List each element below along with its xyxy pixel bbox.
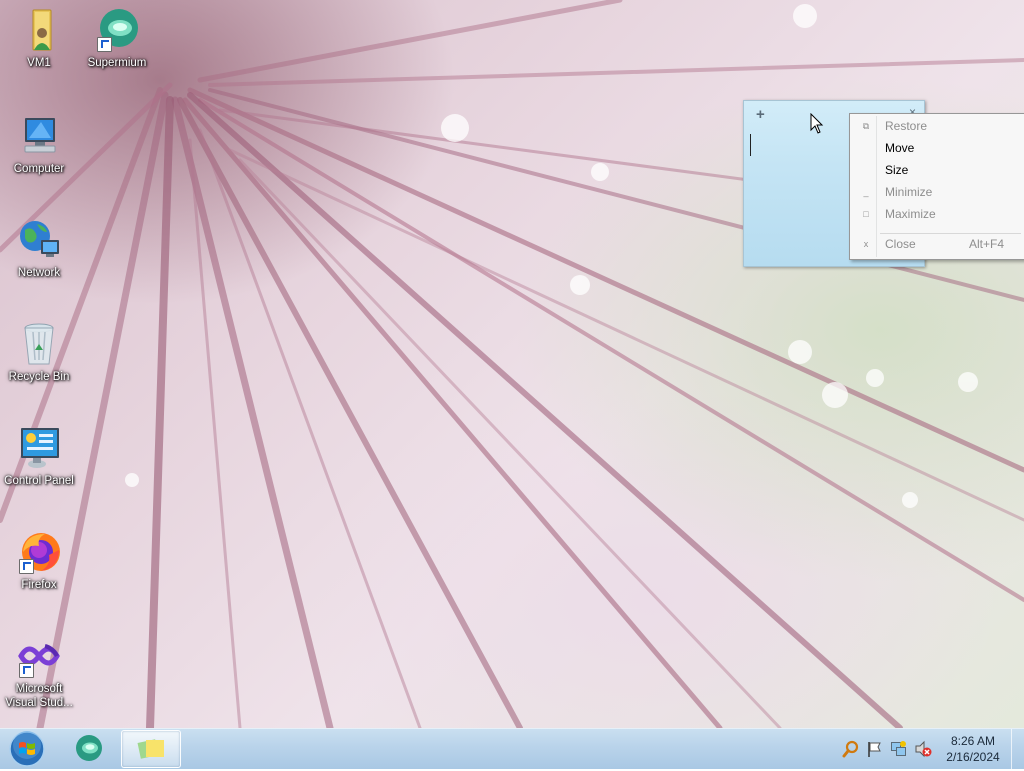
new-note-button[interactable]: +	[756, 106, 765, 123]
supermium-icon	[93, 6, 141, 54]
desktop-icon-label: Computer	[13, 163, 65, 175]
supermium-taskbar-button[interactable]	[60, 730, 118, 766]
desktop-icon-label: Network	[17, 267, 61, 279]
show-desktop-button[interactable]	[1011, 729, 1024, 769]
menu-item-restore[interactable]: ⧉ Restore	[852, 115, 1022, 137]
maximize-icon: □	[863, 209, 869, 219]
text-caret	[750, 134, 751, 156]
menu-item-move[interactable]: Move	[852, 137, 1022, 159]
network-icon[interactable]	[890, 740, 908, 758]
system-clock[interactable]: 8:26 AM 2/16/2024	[938, 733, 1008, 765]
windows-logo-icon	[9, 731, 45, 767]
shortcut-arrow-icon	[19, 559, 34, 574]
desktop-icon-network[interactable]: Network	[0, 216, 78, 280]
clock-time: 8:26 AM	[950, 734, 996, 748]
desktop-icon-label: Firefox	[21, 579, 57, 591]
menu-item-label: Maximize	[885, 207, 936, 221]
desktop-icon-visual-studio[interactable]: Microsoft Visual Stud...	[0, 632, 78, 710]
volume-muted-icon[interactable]	[914, 740, 932, 758]
mouse-cursor-icon	[810, 113, 824, 134]
menu-item-label: Move	[885, 141, 915, 155]
clock-date: 2/16/2024	[946, 750, 1000, 764]
window-system-menu: ⧉ Restore Move Size _ Minimize □ Maximiz…	[849, 113, 1024, 260]
menu-item-label: Minimize	[885, 185, 933, 199]
desktop-icon-label: Supermium	[87, 57, 147, 69]
menu-item-minimize[interactable]: _ Minimize	[852, 181, 1022, 203]
desktop-icon-label: VM1	[27, 57, 51, 69]
menu-item-label: Close	[885, 237, 916, 251]
firefox-icon	[15, 528, 63, 576]
menu-item-size[interactable]: Size	[852, 159, 1022, 181]
user-folder-icon	[15, 6, 63, 54]
desktop-icon-label: Microsoft Visual Stud...	[5, 683, 73, 709]
network-icon	[15, 216, 63, 264]
menu-item-label: Restore	[885, 119, 928, 133]
desktop-icon-label: Control Panel	[4, 475, 74, 487]
action-center-flag-icon[interactable]	[866, 740, 884, 758]
close-icon: x	[863, 239, 869, 249]
desktop-icon-recycle-bin[interactable]: Recycle Bin	[0, 320, 78, 384]
visual-studio-icon	[15, 632, 63, 680]
desktop[interactable]: VM1 Supermium Computer Network Recycle B…	[0, 0, 1024, 728]
desktop-icon-vm1[interactable]: VM1	[0, 6, 78, 70]
sticky-notes-icon	[137, 739, 164, 759]
menu-item-label: Size	[885, 163, 909, 177]
desktop-icon-firefox[interactable]: Firefox	[0, 528, 78, 592]
menu-item-close[interactable]: x Close Alt+F4	[852, 233, 1022, 255]
start-button[interactable]	[4, 730, 50, 768]
desktop-icon-computer[interactable]: Computer	[0, 112, 78, 176]
menu-item-accelerator: Alt+F4	[968, 237, 1004, 251]
minimize-icon: _	[863, 187, 869, 197]
shortcut-arrow-icon	[19, 663, 34, 678]
desktop-icon-control-panel[interactable]: Control Panel	[0, 424, 78, 488]
computer-icon	[15, 112, 63, 160]
shortcut-arrow-icon	[97, 37, 112, 52]
control-panel-icon	[15, 424, 63, 472]
menu-item-maximize[interactable]: □ Maximize	[852, 203, 1022, 225]
sticky-notes-taskbar-button[interactable]	[121, 730, 181, 768]
desktop-icon-supermium[interactable]: Supermium	[78, 6, 156, 70]
desktop-icon-label: Recycle Bin	[8, 371, 70, 383]
recycle-bin-icon	[15, 320, 63, 368]
taskbar: 8:26 AM 2/16/2024	[0, 728, 1024, 769]
restore-icon: ⧉	[862, 121, 870, 131]
supermium-icon	[76, 735, 102, 761]
search-icon[interactable]	[842, 740, 860, 758]
